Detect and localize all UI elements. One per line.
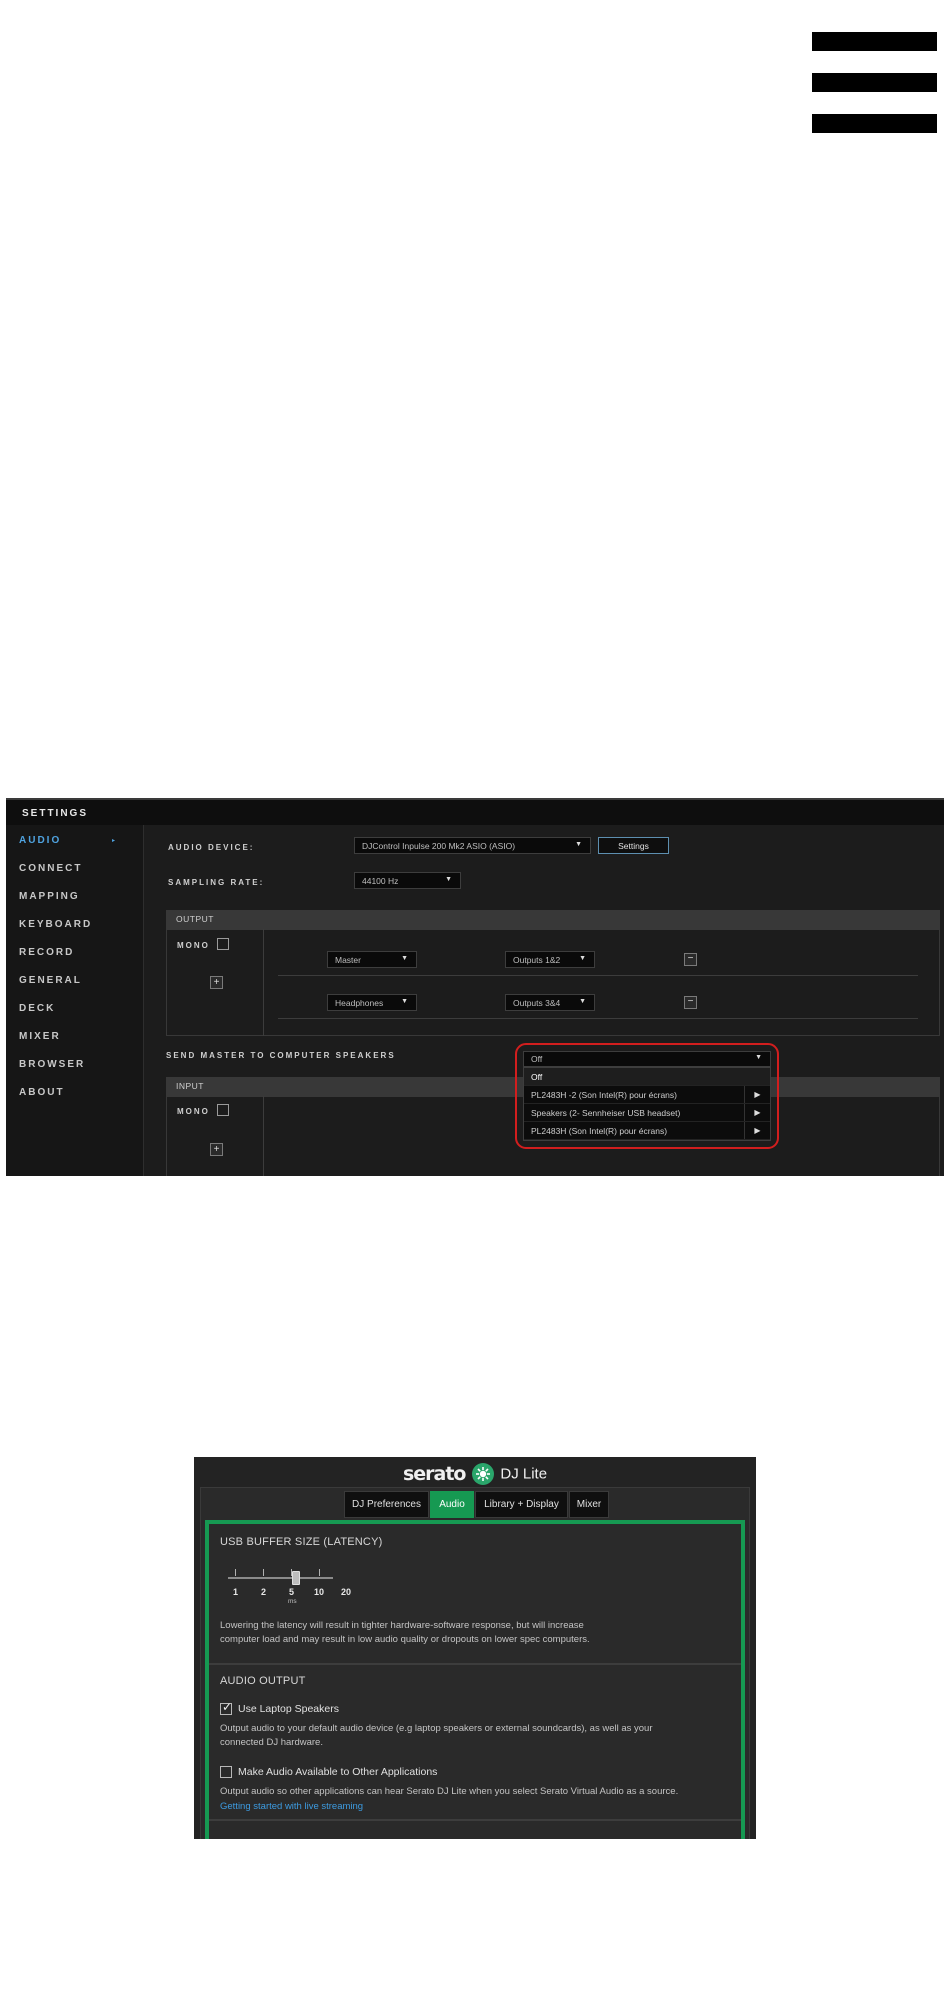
sidebar-active-arrow-icon: ▸ xyxy=(112,838,116,844)
chevron-down-icon: ▼ xyxy=(579,955,586,962)
sidebar-item-general[interactable]: GENERAL xyxy=(19,975,82,986)
serato-record-icon xyxy=(471,1463,494,1485)
section-divider xyxy=(209,1819,741,1821)
slider-tick xyxy=(235,1569,236,1576)
settings-sidebar: AUDIO ▸ CONNECT MAPPING KEYBOARD RECORD … xyxy=(6,825,144,1176)
sidebar-item-connect[interactable]: CONNECT xyxy=(19,863,82,874)
sampling-rate-label: SAMPLING RATE: xyxy=(168,878,265,887)
serato-logo: serato DJ Lite xyxy=(194,1463,756,1489)
output-row-1-outputs: Outputs 1&2 xyxy=(513,955,561,965)
output-row-1-remove-button[interactable]: − xyxy=(684,953,697,966)
highlight-ring xyxy=(515,1043,779,1149)
tick-label-5: 5 xyxy=(289,1587,295,1597)
audio-device-label: AUDIO DEVICE: xyxy=(168,843,255,852)
make-audio-available-checkbox[interactable] xyxy=(220,1766,232,1778)
menu-bar-bottom xyxy=(812,114,937,133)
live-streaming-link[interactable]: Getting started with live streaming xyxy=(220,1801,363,1812)
sidebar-item-browser[interactable]: BROWSER xyxy=(19,1059,85,1070)
use-laptop-speakers-checkbox[interactable]: ✓ xyxy=(220,1700,233,1715)
input-add-button[interactable]: + xyxy=(210,1143,223,1156)
usb-buffer-desc-line1: Lowering the latency will result in tigh… xyxy=(220,1620,584,1631)
chevron-down-icon: ▼ xyxy=(575,841,582,848)
input-divider xyxy=(263,1096,264,1176)
tick-unit-ms: ms xyxy=(288,1598,297,1605)
other-apps-desc: Output audio so other applications can h… xyxy=(220,1786,679,1797)
slider-tick xyxy=(263,1569,264,1576)
slider-track xyxy=(228,1577,333,1579)
slider-tick xyxy=(319,1569,320,1576)
laptop-desc-line2: connected DJ hardware. xyxy=(220,1737,323,1748)
checkmark-icon: ✓ xyxy=(222,1700,233,1714)
input-mono-label: MONO xyxy=(177,1107,210,1116)
hamburger-menu-icon[interactable] xyxy=(812,32,937,134)
sidebar-item-audio[interactable]: AUDIO xyxy=(19,835,61,846)
chevron-down-icon: ▼ xyxy=(401,955,408,962)
audio-device-value: DJControl Inpulse 200 Mk2 ASIO (ASIO) xyxy=(362,841,516,851)
serato-screenshot: serato DJ Lite DJ Preferences Audio Libr… xyxy=(194,1457,756,1839)
sidebar-item-keyboard[interactable]: KEYBOARD xyxy=(19,919,92,930)
sidebar-item-mapping[interactable]: MAPPING xyxy=(19,891,80,902)
latency-slider[interactable] xyxy=(228,1569,333,1585)
slider-handle[interactable] xyxy=(292,1571,300,1585)
chevron-down-icon: ▼ xyxy=(579,998,586,1005)
chevron-down-icon: ▼ xyxy=(401,998,408,1005)
usb-buffer-desc-line2: computer load and may result in low audi… xyxy=(220,1634,590,1645)
chevron-down-icon: ▼ xyxy=(445,876,452,883)
output-row-2-channel-select[interactable]: Headphones ▼ xyxy=(327,994,417,1011)
audio-device-settings-button[interactable]: Settings xyxy=(598,837,669,854)
serato-wordmark: serato xyxy=(402,1463,467,1485)
tab-mixer[interactable]: Mixer xyxy=(569,1491,609,1518)
output-row-2-outputs-select[interactable]: Outputs 3&4 ▼ xyxy=(505,994,595,1011)
tick-label-10: 10 xyxy=(314,1587,325,1597)
output-row-2-remove-button[interactable]: − xyxy=(684,996,697,1009)
sidebar-item-deck[interactable]: DECK xyxy=(19,1003,55,1014)
tab-dj-preferences[interactable]: DJ Preferences xyxy=(344,1491,429,1518)
output-row-separator xyxy=(278,1018,918,1019)
laptop-desc-line1: Output audio to your default audio devic… xyxy=(220,1723,653,1734)
tab-audio[interactable]: Audio xyxy=(430,1491,474,1518)
tick-label-1: 1 xyxy=(233,1587,239,1597)
audio-device-select[interactable]: DJControl Inpulse 200 Mk2 ASIO (ASIO) ▼ xyxy=(354,837,591,854)
output-divider xyxy=(263,929,264,1036)
tick-label-2: 2 xyxy=(261,1587,267,1597)
sidebar-item-record[interactable]: RECORD xyxy=(19,947,74,958)
tab-library-display[interactable]: Library + Display xyxy=(475,1491,568,1518)
use-laptop-speakers-label: Use Laptop Speakers xyxy=(238,1703,339,1715)
sampling-rate-select[interactable]: 44100 Hz ▼ xyxy=(354,872,461,889)
product-name: DJ Lite xyxy=(500,1465,548,1483)
menu-bar-middle xyxy=(812,73,937,92)
settings-title: SETTINGS xyxy=(22,808,89,819)
sidebar-item-about[interactable]: ABOUT xyxy=(19,1087,65,1098)
settings-screenshot: SETTINGS AUDIO ▸ CONNECT MAPPING KEYBOAR… xyxy=(6,798,944,1176)
output-row-1-outputs-select[interactable]: Outputs 1&2 ▼ xyxy=(505,951,595,968)
audio-output-title: AUDIO OUTPUT xyxy=(220,1675,306,1687)
output-row-1-channel-select[interactable]: Master ▼ xyxy=(327,951,417,968)
output-mono-label: MONO xyxy=(177,941,210,950)
tick-label-20: 20 xyxy=(341,1587,352,1597)
send-master-label: SEND MASTER TO COMPUTER SPEAKERS xyxy=(166,1051,396,1060)
output-add-button[interactable]: + xyxy=(210,976,223,989)
output-mono-checkbox[interactable] xyxy=(217,938,229,950)
output-row-1-channel: Master xyxy=(335,955,361,965)
output-row-separator xyxy=(278,975,918,976)
usb-buffer-title: USB BUFFER SIZE (LATENCY) xyxy=(220,1536,383,1548)
output-section-header: OUTPUT xyxy=(166,910,940,929)
output-panel xyxy=(166,929,940,1036)
sampling-rate-value: 44100 Hz xyxy=(362,876,399,886)
sidebar-item-mixer[interactable]: MIXER xyxy=(19,1031,61,1042)
input-mono-checkbox[interactable] xyxy=(217,1104,229,1116)
settings-header: SETTINGS xyxy=(6,798,944,825)
menu-bar-top xyxy=(812,32,937,51)
make-audio-available-label: Make Audio Available to Other Applicatio… xyxy=(238,1766,438,1778)
output-row-2-outputs: Outputs 3&4 xyxy=(513,998,561,1008)
section-divider xyxy=(209,1663,741,1665)
output-row-2-channel: Headphones xyxy=(335,998,384,1008)
